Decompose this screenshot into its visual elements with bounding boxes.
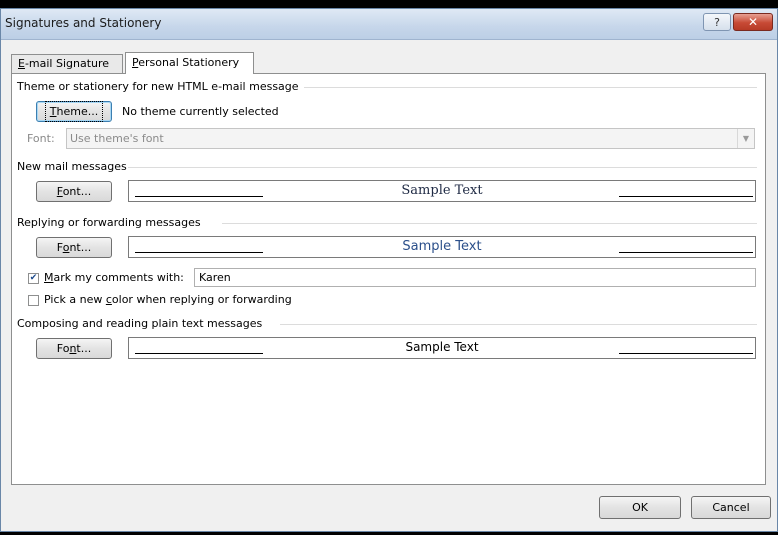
theme-button[interactable]: Theme... — [36, 101, 112, 122]
theme-status-text: No theme currently selected — [122, 105, 279, 118]
ok-button[interactable]: OK — [599, 496, 681, 519]
tab-personal-stationery[interactable]: Personal Stationery — [125, 52, 254, 74]
mark-comments-label: Mark my comments with: — [44, 271, 184, 284]
signatures-stationery-dialog: Signatures and Stationery ? ✕ E-mail Sig… — [0, 8, 778, 532]
theme-font-combo[interactable]: Use theme's font ▼ — [66, 128, 755, 149]
checkmark-icon: ✔ — [29, 273, 38, 283]
plain-text-sample-text: Sample Text — [405, 340, 479, 354]
help-button[interactable]: ? — [703, 13, 731, 31]
reply-sample-text: Sample Text — [402, 239, 482, 254]
close-icon: ✕ — [747, 15, 759, 29]
close-button[interactable]: ✕ — [733, 13, 773, 31]
personal-stationery-panel: Theme or stationery for new HTML e-mail … — [11, 73, 766, 485]
new-mail-font-button[interactable]: Font... — [36, 181, 112, 202]
theme-group-label: Theme or stationery for new HTML e-mail … — [17, 80, 299, 93]
plain-text-sample-preview: Sample Text — [128, 337, 756, 359]
plain-text-group-label: Composing and reading plain text message… — [17, 317, 263, 330]
mark-comments-input[interactable]: Karen — [194, 268, 756, 287]
group-divider — [128, 167, 757, 168]
new-mail-sample-preview: Sample Text — [128, 180, 756, 202]
chevron-down-icon[interactable]: ▼ — [737, 129, 754, 148]
group-divider — [280, 324, 757, 325]
help-icon: ? — [714, 16, 720, 29]
theme-font-combo-value: Use theme's font — [70, 132, 164, 145]
pick-color-label: Pick a new color when replying or forwar… — [44, 293, 292, 306]
plain-text-font-button[interactable]: Font... — [36, 338, 112, 359]
group-divider — [222, 223, 757, 224]
tab-email-signature[interactable]: E-mail Signature — [11, 54, 123, 73]
cancel-button[interactable]: Cancel — [691, 496, 771, 519]
reply-font-button[interactable]: Font... — [36, 237, 112, 258]
reply-group-label: Replying or forwarding messages — [17, 216, 201, 229]
mark-comments-checkbox[interactable]: ✔ — [28, 273, 39, 284]
pick-color-checkbox[interactable] — [28, 295, 39, 306]
font-label: Font: — [27, 132, 55, 145]
window-title: Signatures and Stationery — [5, 16, 162, 30]
group-divider — [304, 87, 757, 88]
reply-sample-preview: Sample Text — [128, 236, 756, 258]
title-bar: Signatures and Stationery ? ✕ — [1, 9, 777, 40]
new-mail-group-label: New mail messages — [17, 160, 127, 173]
new-mail-sample-text: Sample Text — [401, 183, 483, 198]
